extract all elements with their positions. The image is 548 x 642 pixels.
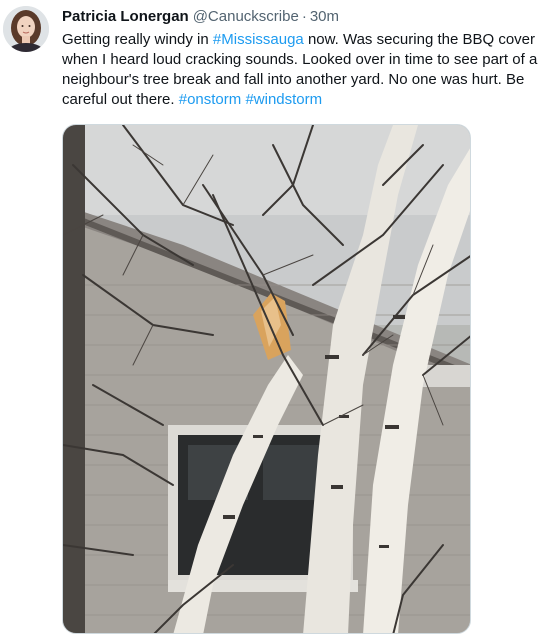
tweet-content: Patricia Lonergan @Canuckscribe · 30m Getti… bbox=[62, 6, 540, 110]
tweet-header: Patricia Lonergan @Canuckscribe · 30m bbox=[62, 6, 540, 28]
tweet-text: Getting really windy in #Mississauga now… bbox=[62, 30, 540, 110]
tweet[interactable]: Patricia Lonergan @Canuckscribe · 30m Getti… bbox=[0, 0, 548, 642]
author-display-name[interactable]: Patricia Lonergan bbox=[62, 8, 189, 25]
photo-broken-birch-tree bbox=[63, 125, 470, 633]
author-avatar[interactable] bbox=[3, 6, 49, 52]
tweet-photo[interactable] bbox=[62, 124, 471, 634]
tweet-timestamp[interactable]: 30m bbox=[310, 8, 339, 25]
avatar-image bbox=[3, 6, 49, 52]
header-separator: · bbox=[301, 8, 307, 25]
hashtag-onstorm-link[interactable]: #onstorm bbox=[179, 91, 242, 108]
hashtag-mississauga-link[interactable]: #Mississauga bbox=[213, 31, 304, 48]
tweet-text-part: Getting really windy in bbox=[62, 31, 213, 48]
hashtag-windstorm-link[interactable]: #windstorm bbox=[245, 91, 322, 108]
author-handle[interactable]: @Canuckscribe bbox=[193, 8, 299, 25]
